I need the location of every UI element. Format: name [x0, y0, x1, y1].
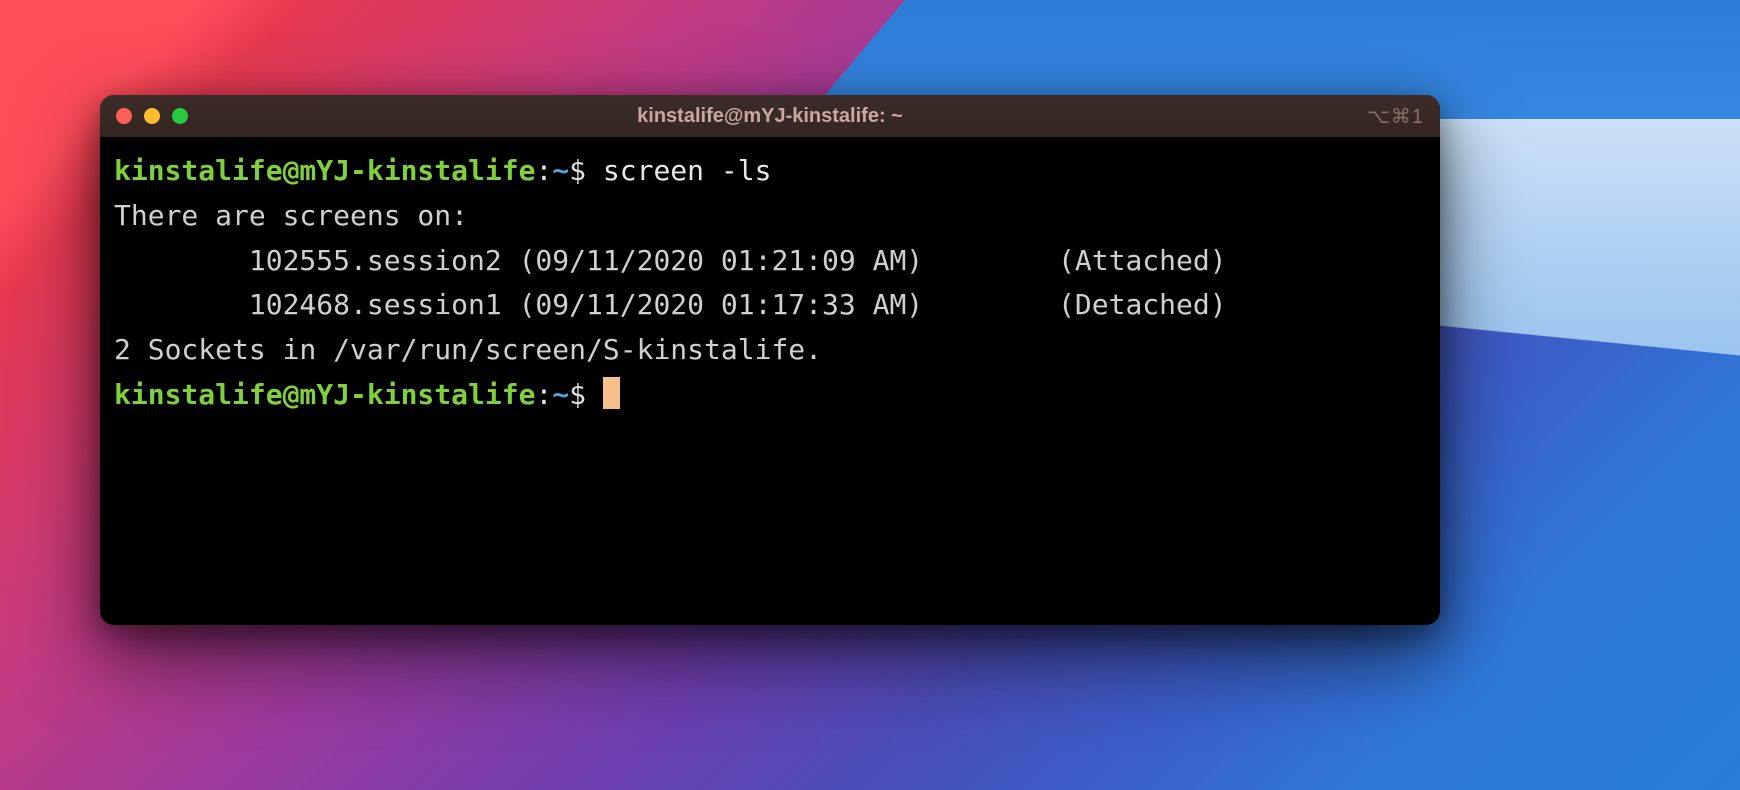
output-text: 102555.session2 (09/11/2020 01:21:09 AM)…: [114, 244, 1227, 277]
terminal-output-line: There are screens on:: [114, 194, 1426, 239]
prompt-symbol: $: [569, 154, 603, 187]
maximize-button[interactable]: [172, 108, 188, 124]
traffic-lights: [116, 108, 188, 124]
terminal-prompt-line: kinstalife@mYJ-kinstalife:~$: [114, 373, 1426, 418]
terminal-body[interactable]: kinstalife@mYJ-kinstalife:~$ screen -lsT…: [100, 137, 1440, 625]
prompt-path: ~: [552, 154, 569, 187]
terminal-output-line: 102555.session2 (09/11/2020 01:21:09 AM)…: [114, 239, 1426, 284]
terminal-window: kinstalife@mYJ-kinstalife: ~ ⌥⌘1 kinstal…: [100, 95, 1440, 625]
prompt-separator: :: [535, 378, 552, 411]
prompt-separator: :: [535, 154, 552, 187]
prompt-user-host: kinstalife@mYJ-kinstalife: [114, 154, 535, 187]
prompt-symbol: $: [569, 378, 603, 411]
output-text: 102468.session1 (09/11/2020 01:17:33 AM)…: [114, 288, 1227, 321]
prompt-path: ~: [552, 378, 569, 411]
output-text: There are screens on:: [114, 199, 468, 232]
command-text: screen -ls: [603, 154, 772, 187]
window-title: kinstalife@mYJ-kinstalife: ~: [637, 105, 903, 128]
close-button[interactable]: [116, 108, 132, 124]
terminal-output-line: 102468.session1 (09/11/2020 01:17:33 AM)…: [114, 283, 1426, 328]
output-text: 2 Sockets in /var/run/screen/S-kinstalif…: [114, 333, 822, 366]
minimize-button[interactable]: [144, 108, 160, 124]
window-titlebar[interactable]: kinstalife@mYJ-kinstalife: ~ ⌥⌘1: [100, 95, 1440, 137]
terminal-output-line: 2 Sockets in /var/run/screen/S-kinstalif…: [114, 328, 1426, 373]
window-shortcut-hint: ⌥⌘1: [1367, 104, 1424, 129]
prompt-user-host: kinstalife@mYJ-kinstalife: [114, 378, 535, 411]
cursor-icon: [603, 377, 620, 409]
terminal-prompt-line: kinstalife@mYJ-kinstalife:~$ screen -ls: [114, 149, 1426, 194]
